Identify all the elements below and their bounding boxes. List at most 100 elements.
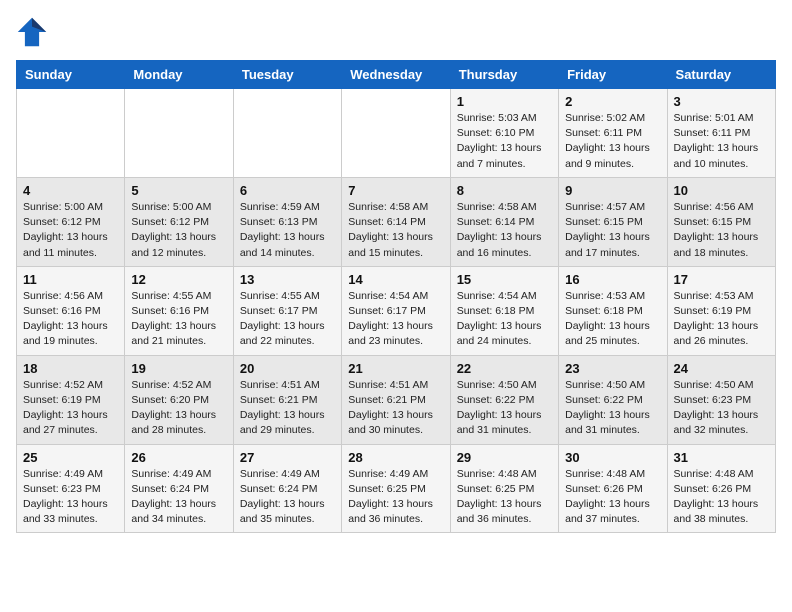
day-info: Sunrise: 4:50 AMSunset: 6:22 PMDaylight:… bbox=[565, 378, 660, 439]
calendar-cell: 18 Sunrise: 4:52 AMSunset: 6:19 PMDayligh… bbox=[17, 355, 125, 444]
day-number: 23 bbox=[565, 361, 660, 376]
calendar-table: SundayMondayTuesdayWednesdayThursdayFrid… bbox=[16, 60, 776, 533]
calendar-cell: 22 Sunrise: 4:50 AMSunset: 6:22 PMDayligh… bbox=[450, 355, 558, 444]
day-of-week-header: Wednesday bbox=[342, 61, 450, 89]
day-of-week-header: Monday bbox=[125, 61, 233, 89]
day-of-week-header: Sunday bbox=[17, 61, 125, 89]
day-info: Sunrise: 4:48 AMSunset: 6:26 PMDaylight:… bbox=[674, 467, 769, 528]
day-number: 4 bbox=[23, 183, 118, 198]
calendar-cell: 19 Sunrise: 4:52 AMSunset: 6:20 PMDayligh… bbox=[125, 355, 233, 444]
calendar-header-row: SundayMondayTuesdayWednesdayThursdayFrid… bbox=[17, 61, 776, 89]
day-number: 7 bbox=[348, 183, 443, 198]
calendar-cell bbox=[125, 89, 233, 178]
day-info: Sunrise: 4:50 AMSunset: 6:22 PMDaylight:… bbox=[457, 378, 552, 439]
day-number: 25 bbox=[23, 450, 118, 465]
day-number: 15 bbox=[457, 272, 552, 287]
calendar-cell: 15 Sunrise: 4:54 AMSunset: 6:18 PMDayligh… bbox=[450, 266, 558, 355]
calendar-cell: 13 Sunrise: 4:55 AMSunset: 6:17 PMDayligh… bbox=[233, 266, 341, 355]
calendar-week-row: 1Sunrise: 5:03 AMSunset: 6:10 PMDaylight… bbox=[17, 89, 776, 178]
calendar-week-row: 11Sunrise: 4:56 AMSunset: 6:16 PMDayligh… bbox=[17, 266, 776, 355]
day-number: 3 bbox=[674, 94, 769, 109]
day-info: Sunrise: 4:51 AMSunset: 6:21 PMDaylight:… bbox=[240, 378, 335, 439]
calendar-cell: 24 Sunrise: 4:50 AMSunset: 6:23 PMDayligh… bbox=[667, 355, 775, 444]
calendar-cell: 25 Sunrise: 4:49 AMSunset: 6:23 PMDayligh… bbox=[17, 444, 125, 533]
day-number: 14 bbox=[348, 272, 443, 287]
calendar-cell: 23 Sunrise: 4:50 AMSunset: 6:22 PMDayligh… bbox=[559, 355, 667, 444]
calendar-cell: 6Sunrise: 4:59 AMSunset: 6:13 PMDaylight… bbox=[233, 177, 341, 266]
calendar-week-row: 4 Sunrise: 5:00 AMSunset: 6:12 PMDaylight… bbox=[17, 177, 776, 266]
day-number: 31 bbox=[674, 450, 769, 465]
day-number: 1 bbox=[457, 94, 552, 109]
day-info: Sunrise: 4:52 AMSunset: 6:20 PMDaylight:… bbox=[131, 378, 226, 439]
calendar-cell: 12 Sunrise: 4:55 AMSunset: 6:16 PMDayligh… bbox=[125, 266, 233, 355]
calendar-cell: 5Sunrise: 5:00 AMSunset: 6:12 PMDaylight… bbox=[125, 177, 233, 266]
calendar-cell: 8 Sunrise: 4:58 AMSunset: 6:14 PMDaylight… bbox=[450, 177, 558, 266]
day-number: 13 bbox=[240, 272, 335, 287]
calendar-cell: 2 Sunrise: 5:02 AMSunset: 6:11 PMDaylight… bbox=[559, 89, 667, 178]
calendar-cell: 21 Sunrise: 4:51 AMSunset: 6:21 PMDayligh… bbox=[342, 355, 450, 444]
day-number: 26 bbox=[131, 450, 226, 465]
day-info: Sunrise: 4:51 AMSunset: 6:21 PMDaylight:… bbox=[348, 378, 443, 439]
calendar-cell: 10 Sunrise: 4:56 AMSunset: 6:15 PMDayligh… bbox=[667, 177, 775, 266]
day-number: 5 bbox=[131, 183, 226, 198]
day-number: 2 bbox=[565, 94, 660, 109]
logo bbox=[16, 16, 52, 48]
calendar-cell: 1Sunrise: 5:03 AMSunset: 6:10 PMDaylight… bbox=[450, 89, 558, 178]
day-info: Sunrise: 4:48 AMSunset: 6:26 PMDaylight:… bbox=[565, 467, 660, 528]
day-of-week-header: Thursday bbox=[450, 61, 558, 89]
day-number: 29 bbox=[457, 450, 552, 465]
day-number: 10 bbox=[674, 183, 769, 198]
calendar-cell: 31 Sunrise: 4:48 AMSunset: 6:26 PMDayligh… bbox=[667, 444, 775, 533]
day-number: 24 bbox=[674, 361, 769, 376]
calendar-cell bbox=[342, 89, 450, 178]
day-info: Sunrise: 4:52 AMSunset: 6:19 PMDaylight:… bbox=[23, 378, 118, 439]
day-info: Sunrise: 4:54 AMSunset: 6:17 PMDaylight:… bbox=[348, 289, 443, 350]
day-info: Sunrise: 5:00 AMSunset: 6:12 PMDaylight:… bbox=[23, 200, 118, 261]
day-number: 28 bbox=[348, 450, 443, 465]
day-info: Sunrise: 5:01 AMSunset: 6:11 PMDaylight:… bbox=[674, 111, 769, 172]
day-info: Sunrise: 4:49 AMSunset: 6:25 PMDaylight:… bbox=[348, 467, 443, 528]
day-info: Sunrise: 5:02 AMSunset: 6:11 PMDaylight:… bbox=[565, 111, 660, 172]
calendar-cell: 20 Sunrise: 4:51 AMSunset: 6:21 PMDayligh… bbox=[233, 355, 341, 444]
day-number: 19 bbox=[131, 361, 226, 376]
day-info: Sunrise: 4:54 AMSunset: 6:18 PMDaylight:… bbox=[457, 289, 552, 350]
calendar-cell: 11Sunrise: 4:56 AMSunset: 6:16 PMDayligh… bbox=[17, 266, 125, 355]
day-info: Sunrise: 4:53 AMSunset: 6:18 PMDaylight:… bbox=[565, 289, 660, 350]
day-info: Sunrise: 4:58 AMSunset: 6:14 PMDaylight:… bbox=[348, 200, 443, 261]
calendar-cell: 30Sunrise: 4:48 AMSunset: 6:26 PMDayligh… bbox=[559, 444, 667, 533]
calendar-cell: 29Sunrise: 4:48 AMSunset: 6:25 PMDayligh… bbox=[450, 444, 558, 533]
day-number: 8 bbox=[457, 183, 552, 198]
day-info: Sunrise: 4:53 AMSunset: 6:19 PMDaylight:… bbox=[674, 289, 769, 350]
day-info: Sunrise: 4:49 AMSunset: 6:24 PMDaylight:… bbox=[240, 467, 335, 528]
day-info: Sunrise: 4:50 AMSunset: 6:23 PMDaylight:… bbox=[674, 378, 769, 439]
calendar-cell: 7 Sunrise: 4:58 AMSunset: 6:14 PMDaylight… bbox=[342, 177, 450, 266]
day-number: 22 bbox=[457, 361, 552, 376]
day-number: 16 bbox=[565, 272, 660, 287]
day-of-week-header: Friday bbox=[559, 61, 667, 89]
day-info: Sunrise: 4:58 AMSunset: 6:14 PMDaylight:… bbox=[457, 200, 552, 261]
day-number: 21 bbox=[348, 361, 443, 376]
calendar-cell: 26 Sunrise: 4:49 AMSunset: 6:24 PMDayligh… bbox=[125, 444, 233, 533]
calendar-cell: 4 Sunrise: 5:00 AMSunset: 6:12 PMDaylight… bbox=[17, 177, 125, 266]
day-number: 27 bbox=[240, 450, 335, 465]
day-of-week-header: Saturday bbox=[667, 61, 775, 89]
day-number: 12 bbox=[131, 272, 226, 287]
day-info: Sunrise: 4:56 AMSunset: 6:16 PMDaylight:… bbox=[23, 289, 118, 350]
day-info: Sunrise: 4:57 AMSunset: 6:15 PMDaylight:… bbox=[565, 200, 660, 261]
day-info: Sunrise: 4:49 AMSunset: 6:24 PMDaylight:… bbox=[131, 467, 226, 528]
logo-icon bbox=[16, 16, 48, 48]
calendar-cell: 28 Sunrise: 4:49 AMSunset: 6:25 PMDayligh… bbox=[342, 444, 450, 533]
day-number: 20 bbox=[240, 361, 335, 376]
day-info: Sunrise: 4:59 AMSunset: 6:13 PMDaylight:… bbox=[240, 200, 335, 261]
day-number: 18 bbox=[23, 361, 118, 376]
calendar-week-row: 18 Sunrise: 4:52 AMSunset: 6:19 PMDayligh… bbox=[17, 355, 776, 444]
day-info: Sunrise: 4:55 AMSunset: 6:16 PMDaylight:… bbox=[131, 289, 226, 350]
day-of-week-header: Tuesday bbox=[233, 61, 341, 89]
calendar-cell: 3 Sunrise: 5:01 AMSunset: 6:11 PMDaylight… bbox=[667, 89, 775, 178]
day-info: Sunrise: 4:55 AMSunset: 6:17 PMDaylight:… bbox=[240, 289, 335, 350]
calendar-cell: 9Sunrise: 4:57 AMSunset: 6:15 PMDaylight… bbox=[559, 177, 667, 266]
calendar-cell bbox=[233, 89, 341, 178]
day-info: Sunrise: 4:49 AMSunset: 6:23 PMDaylight:… bbox=[23, 467, 118, 528]
day-info: Sunrise: 4:56 AMSunset: 6:15 PMDaylight:… bbox=[674, 200, 769, 261]
calendar-week-row: 25 Sunrise: 4:49 AMSunset: 6:23 PMDayligh… bbox=[17, 444, 776, 533]
